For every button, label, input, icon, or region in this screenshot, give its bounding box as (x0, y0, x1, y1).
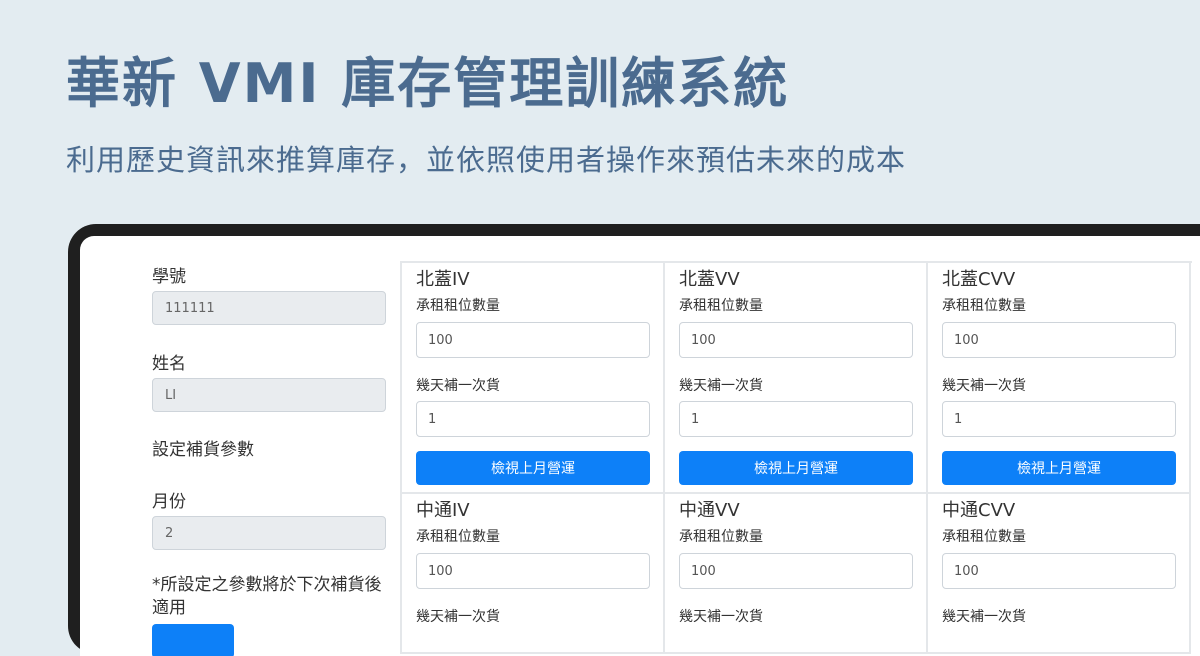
card-title: 北蓋VV (679, 269, 740, 290)
submit-button[interactable] (152, 624, 234, 656)
card-title: 中通CVV (942, 500, 1016, 521)
card-title: 中通IV (416, 500, 470, 521)
warehouse-card: 中通VV 承租租位數量 100 幾天補一次貨 (665, 494, 928, 654)
rent-count-input[interactable]: 100 (679, 322, 913, 358)
page-title: 華新 VMI 庫存管理訓練系統 (66, 52, 790, 115)
rent-count-input[interactable]: 100 (942, 322, 1176, 358)
student-id-field[interactable]: 111111 (152, 291, 386, 325)
restock-days-label: 幾天補一次貨 (942, 609, 1026, 625)
rent-count-input[interactable]: 100 (416, 322, 650, 358)
restock-days-label: 幾天補一次貨 (416, 609, 500, 625)
view-last-month-button[interactable]: 檢視上月營運 (679, 451, 913, 485)
rent-count-label: 承租租位數量 (679, 298, 763, 314)
warehouse-card: 北蓋IV 承租租位數量 100 幾天補一次貨 1 檢視上月營運 (402, 263, 665, 494)
restock-days-input[interactable]: 1 (679, 401, 913, 437)
warehouse-card: 北蓋VV 承租租位數量 100 幾天補一次貨 1 檢視上月營運 (665, 263, 928, 494)
view-last-month-button[interactable]: 檢視上月營運 (942, 451, 1176, 485)
restock-days-label: 幾天補一次貨 (942, 378, 1026, 394)
name-label: 姓名 (152, 354, 186, 374)
warehouse-card: 中通IV 承租租位數量 100 幾天補一次貨 (402, 494, 665, 654)
settings-note: *所設定之參數將於下次補貨後適用 (152, 575, 382, 618)
restock-days-label: 幾天補一次貨 (679, 378, 763, 394)
settings-heading: 設定補貨參數 (152, 440, 254, 460)
app-screen: 學號 111111 姓名 LI 設定補貨參數 月份 2 *所設定之參數將於下次補… (80, 236, 1200, 656)
card-title: 中通VV (679, 500, 740, 521)
restock-days-input[interactable]: 1 (942, 401, 1176, 437)
warehouse-grid: 北蓋IV 承租租位數量 100 幾天補一次貨 1 檢視上月營運 北蓋VV 承租租… (400, 261, 1192, 654)
page-subtitle: 利用歷史資訊來推算庫存，並依照使用者操作來預估未來的成本 (66, 143, 907, 177)
warehouse-card: 北蓋CVV 承租租位數量 100 幾天補一次貨 1 檢視上月營運 (928, 263, 1191, 494)
rent-count-input[interactable]: 100 (679, 553, 913, 589)
card-title: 北蓋CVV (942, 269, 1016, 290)
student-id-label: 學號 (152, 267, 186, 287)
month-field[interactable]: 2 (152, 516, 386, 550)
rent-count-label: 承租租位數量 (416, 298, 500, 314)
name-field[interactable]: LI (152, 378, 386, 412)
view-last-month-button[interactable]: 檢視上月營運 (416, 451, 650, 485)
rent-count-input[interactable]: 100 (942, 553, 1176, 589)
warehouse-card: 中通CVV 承租租位數量 100 幾天補一次貨 (928, 494, 1191, 654)
grid-row-north: 北蓋IV 承租租位數量 100 幾天補一次貨 1 檢視上月營運 北蓋VV 承租租… (402, 263, 1192, 494)
restock-days-label: 幾天補一次貨 (416, 378, 500, 394)
restock-days-input[interactable]: 1 (416, 401, 650, 437)
rent-count-label: 承租租位數量 (679, 529, 763, 545)
rent-count-label: 承租租位數量 (416, 529, 500, 545)
rent-count-label: 承租租位數量 (942, 298, 1026, 314)
rent-count-input[interactable]: 100 (416, 553, 650, 589)
card-title: 北蓋IV (416, 269, 470, 290)
grid-row-central: 中通IV 承租租位數量 100 幾天補一次貨 中通VV 承租租位數量 100 幾… (402, 494, 1192, 654)
restock-days-label: 幾天補一次貨 (679, 609, 763, 625)
rent-count-label: 承租租位數量 (942, 529, 1026, 545)
month-label: 月份 (152, 492, 186, 512)
